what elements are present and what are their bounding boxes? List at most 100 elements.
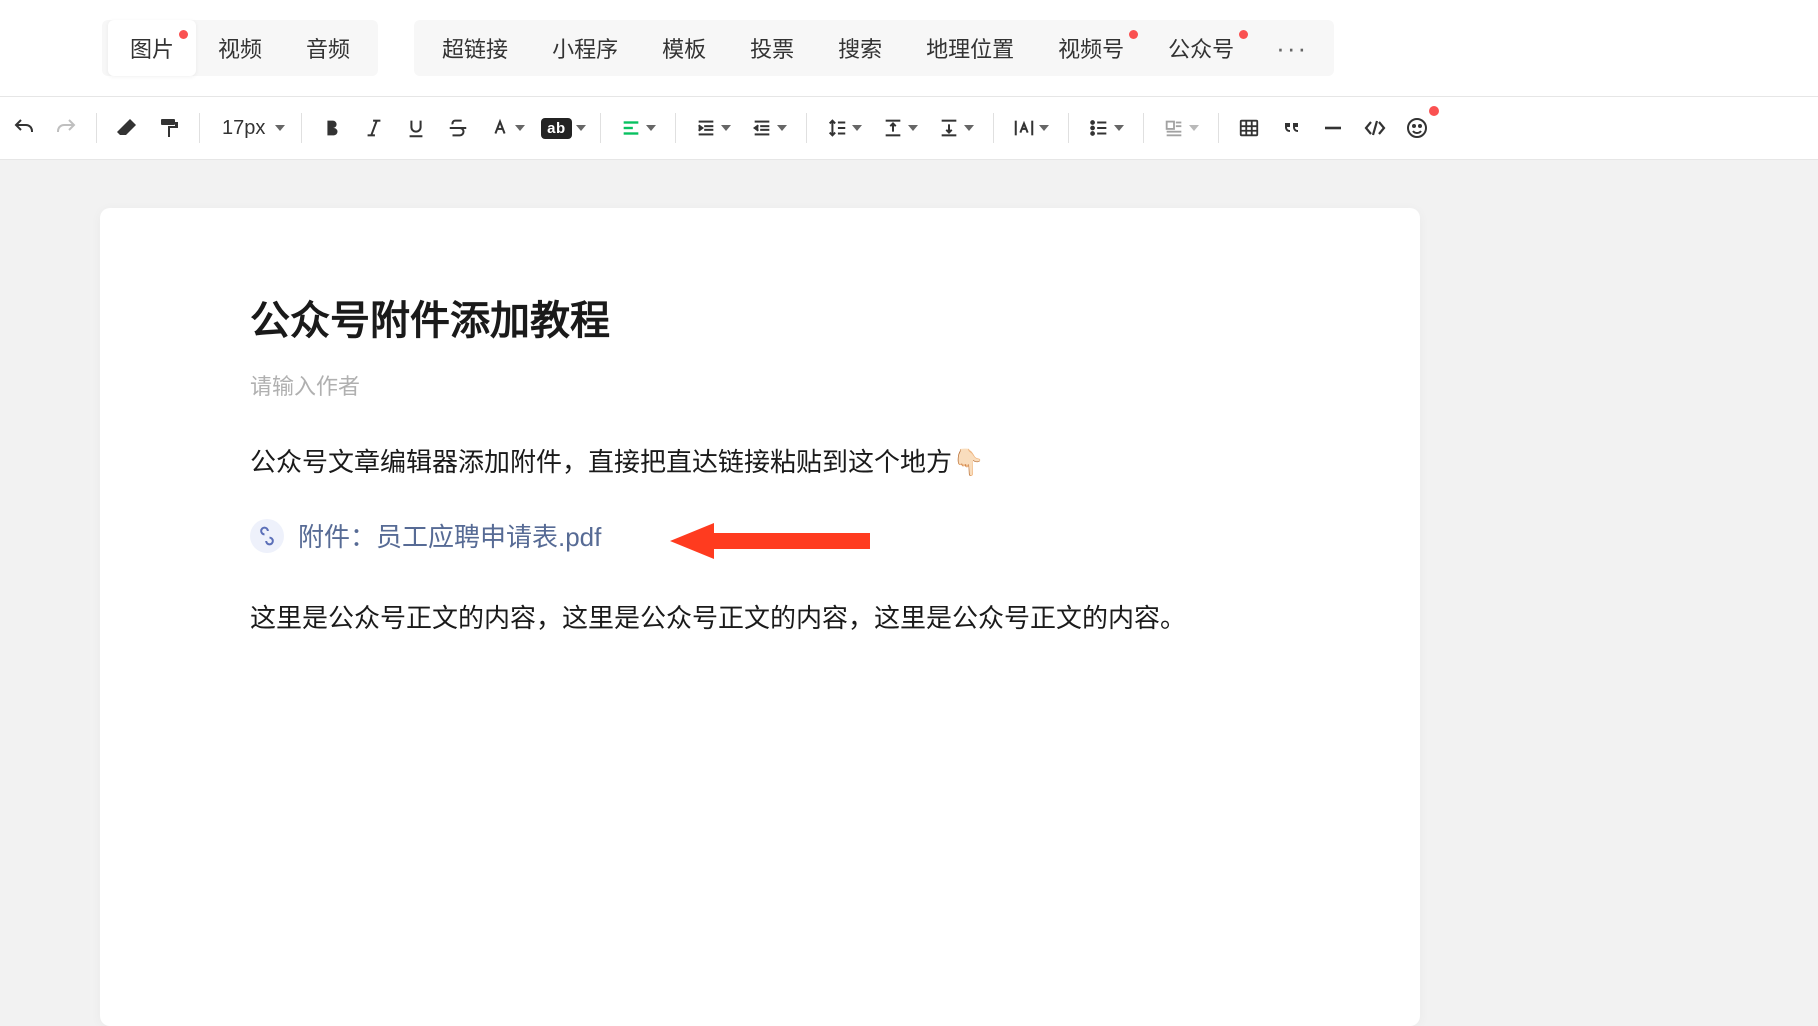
insert-search-label: 搜索	[838, 32, 882, 64]
chevron-down-icon	[1039, 125, 1049, 131]
code-button[interactable]	[1355, 108, 1395, 148]
insert-location[interactable]: 地理位置	[904, 20, 1036, 76]
toolbar-separator	[1218, 113, 1219, 143]
paragraph-spacing-after-button[interactable]	[929, 108, 983, 148]
indent-decrease-button[interactable]	[742, 108, 796, 148]
table-icon	[1238, 117, 1260, 139]
formatting-toolbar: 17px ab	[0, 96, 1818, 160]
notification-dot-icon	[1129, 30, 1138, 39]
emoji-button[interactable]	[1397, 108, 1437, 148]
insert-hyperlink[interactable]: 超链接	[420, 20, 530, 76]
format-painter-button[interactable]	[149, 108, 189, 148]
indent-increase-button[interactable]	[686, 108, 740, 148]
redo-icon	[54, 116, 78, 140]
toolbar-separator	[1068, 113, 1069, 143]
strikethrough-icon	[447, 117, 469, 139]
line-spacing-button[interactable]	[817, 108, 871, 148]
italic-icon	[363, 117, 385, 139]
font-size-value: 17px	[222, 117, 265, 140]
more-icon: ···	[1276, 33, 1308, 63]
text-color-icon	[489, 117, 511, 139]
insert-location-label: 地理位置	[926, 32, 1014, 64]
undo-button[interactable]	[4, 108, 44, 148]
body-paragraph[interactable]: 公众号文章编辑器添加附件，直接把直达链接粘贴到这个地方👇🏻	[250, 438, 1270, 487]
insert-hyperlink-label: 超链接	[442, 32, 508, 64]
paragraph-spacing-before-button[interactable]	[873, 108, 927, 148]
insert-video-label: 视频	[218, 32, 262, 64]
insert-more-button[interactable]: ···	[1256, 33, 1328, 64]
letter-spacing-icon	[1013, 117, 1035, 139]
float-button[interactable]	[1154, 108, 1208, 148]
table-button[interactable]	[1229, 108, 1269, 148]
toolbar-separator	[96, 113, 97, 143]
toolbar-separator	[301, 113, 302, 143]
author-input[interactable]	[250, 374, 1270, 400]
insert-channels[interactable]: 视频号	[1036, 20, 1146, 76]
chevron-down-icon	[1189, 125, 1199, 131]
underline-icon	[405, 117, 427, 139]
insert-menu-row: 图片 视频 音频 超链接 小程序 模板 投票 搜索 地理位置 视频号	[0, 0, 1818, 96]
insert-image-label: 图片	[130, 32, 174, 64]
insert-group-extras: 超链接 小程序 模板 投票 搜索 地理位置 视频号 公众号 ···	[414, 20, 1334, 76]
text-color-button[interactable]	[480, 108, 534, 148]
redo-button[interactable]	[46, 108, 86, 148]
chevron-down-icon	[275, 125, 285, 131]
horizontal-rule-icon	[1321, 116, 1345, 140]
strikethrough-button[interactable]	[438, 108, 478, 148]
toolbar-separator	[993, 113, 994, 143]
insert-vote-label: 投票	[750, 32, 794, 64]
toolbar-separator	[199, 113, 200, 143]
italic-button[interactable]	[354, 108, 394, 148]
insert-template[interactable]: 模板	[640, 20, 728, 76]
insert-audio[interactable]: 音频	[284, 20, 372, 76]
line-spacing-icon	[826, 117, 848, 139]
editor-canvas: 公众号附件添加教程 公众号文章编辑器添加附件，直接把直达链接粘贴到这个地方👇🏻 …	[0, 160, 1818, 1026]
paint-roller-icon	[157, 116, 181, 140]
chevron-down-icon	[852, 125, 862, 131]
toolbar-separator	[600, 113, 601, 143]
indent-increase-icon	[695, 117, 717, 139]
font-size-select[interactable]: 17px	[210, 108, 291, 148]
chevron-down-icon	[646, 125, 656, 131]
float-icon	[1163, 117, 1185, 139]
chevron-down-icon	[777, 125, 787, 131]
insert-search[interactable]: 搜索	[816, 20, 904, 76]
list-button[interactable]	[1079, 108, 1133, 148]
highlight-color-button[interactable]: ab	[536, 108, 590, 148]
notification-dot-icon	[1239, 30, 1248, 39]
insert-group-media: 图片 视频 音频	[102, 20, 378, 76]
list-icon	[1088, 117, 1110, 139]
insert-miniprogram-label: 小程序	[552, 32, 618, 64]
highlight-icon: ab	[541, 118, 572, 139]
insert-video[interactable]: 视频	[196, 20, 284, 76]
insert-image[interactable]: 图片	[108, 20, 196, 76]
toolbar-separator	[806, 113, 807, 143]
article-title[interactable]: 公众号附件添加教程	[250, 288, 1270, 346]
insert-miniprogram[interactable]: 小程序	[530, 20, 640, 76]
chevron-down-icon	[1114, 125, 1124, 131]
align-left-button[interactable]	[611, 108, 665, 148]
letter-spacing-button[interactable]	[1004, 108, 1058, 148]
annotation-arrow-icon	[670, 519, 870, 563]
clear-format-button[interactable]	[107, 108, 147, 148]
attachment-link[interactable]: 附件：员工应聘申请表.pdf	[298, 517, 601, 554]
bold-icon	[321, 117, 343, 139]
toolbar-separator	[675, 113, 676, 143]
indent-decrease-icon	[751, 117, 773, 139]
spacing-before-icon	[882, 117, 904, 139]
body-paragraph[interactable]: 这里是公众号正文的内容，这里是公众号正文的内容，这里是公众号正文的内容。	[250, 594, 1270, 643]
chevron-down-icon	[964, 125, 974, 131]
miniprogram-icon	[250, 519, 284, 553]
emoji-icon	[1405, 116, 1429, 140]
bold-button[interactable]	[312, 108, 352, 148]
insert-vote[interactable]: 投票	[728, 20, 816, 76]
divider-button[interactable]	[1313, 108, 1353, 148]
underline-button[interactable]	[396, 108, 436, 148]
chevron-down-icon	[908, 125, 918, 131]
quote-icon	[1279, 116, 1303, 140]
undo-icon	[12, 116, 36, 140]
insert-official-account[interactable]: 公众号	[1146, 20, 1256, 76]
align-left-icon	[620, 117, 642, 139]
blockquote-button[interactable]	[1271, 108, 1311, 148]
insert-template-label: 模板	[662, 32, 706, 64]
